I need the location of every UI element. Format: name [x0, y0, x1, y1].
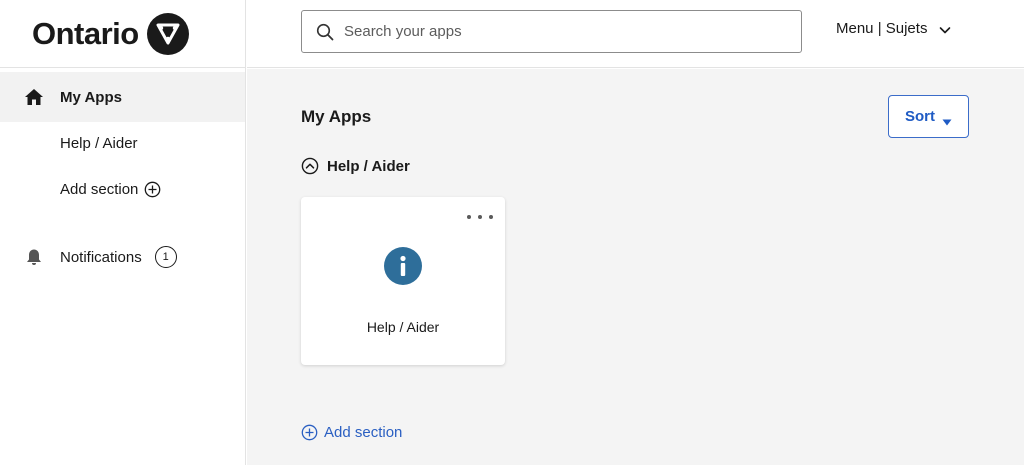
sidebar-item-label: Help / Aider: [60, 134, 138, 152]
caret-down-icon: [942, 113, 952, 126]
top-header: Menu | Sujets: [247, 0, 1024, 68]
more-options-icon[interactable]: [467, 213, 493, 221]
page-title: My Apps: [301, 107, 372, 126]
add-circle-icon: [301, 424, 318, 441]
sidebar-item-label: Add section: [60, 180, 139, 198]
search-input[interactable]: [344, 23, 784, 40]
collapse-chevron-icon: [301, 157, 319, 175]
sidebar: Ontario My Apps Help / Aider Add section: [0, 0, 246, 465]
ontario-logo[interactable]: Ontario: [0, 0, 245, 68]
main-content: My Apps Sort Help / Aider Help / Aider A…: [247, 69, 1024, 465]
trillium-icon: [145, 11, 191, 57]
menu-dropdown[interactable]: Menu | Sujets: [836, 20, 951, 37]
app-tile-label: Help / Aider: [366, 319, 440, 335]
sidebar-item-my-apps[interactable]: My Apps: [0, 72, 245, 122]
add-circle-icon: [144, 181, 161, 198]
search-box[interactable]: [301, 10, 802, 53]
menu-label: Menu | Sujets: [836, 20, 928, 37]
sidebar-item-add-section[interactable]: Add section: [0, 170, 245, 208]
sidebar-item-notifications[interactable]: Notifications 1: [0, 238, 245, 276]
section-title: Help / Aider: [327, 157, 410, 175]
sidebar-item-label: My Apps: [60, 88, 122, 106]
add-section-label: Add section: [324, 424, 403, 441]
logo-wordmark: Ontario: [32, 15, 139, 51]
sidebar-item-help-aider[interactable]: Help / Aider: [0, 124, 245, 162]
section-header-help-aider[interactable]: Help / Aider: [301, 157, 410, 175]
app-tile-help-aider[interactable]: Help / Aider: [301, 197, 505, 365]
info-icon: [384, 247, 422, 285]
notification-count-badge: 1: [154, 246, 177, 268]
sort-button[interactable]: Sort: [888, 95, 969, 138]
add-section-link[interactable]: Add section: [301, 424, 402, 441]
bell-icon: [24, 247, 44, 267]
home-icon: [24, 87, 44, 107]
chevron-down-icon: [939, 23, 951, 35]
sidebar-item-label: Notifications: [60, 248, 142, 266]
sort-label: Sort: [905, 108, 935, 125]
search-icon: [316, 23, 334, 41]
